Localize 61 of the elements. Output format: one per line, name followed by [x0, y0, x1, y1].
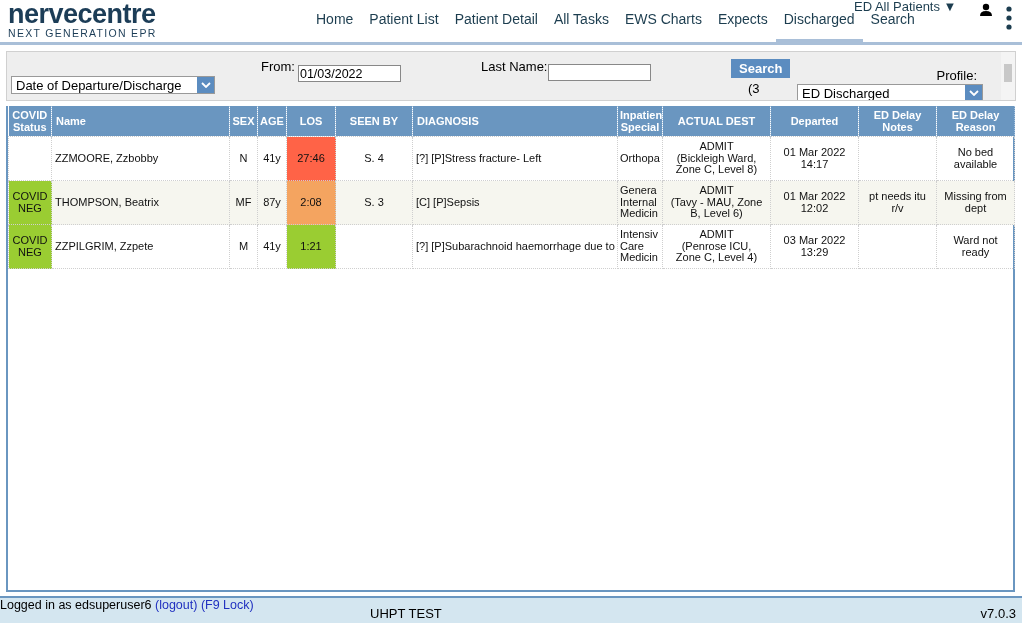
last-name-field[interactable]: [548, 64, 652, 81]
table-cell: S. 4: [335, 136, 413, 181]
patient-name-cell: THOMPSON, Beatrix: [51, 180, 230, 225]
user-icon[interactable]: [979, 3, 993, 17]
diagnosis-cell: [C] [P]Sepsis: [412, 180, 618, 225]
patient-name-cell: ZZPILGRIM, Zzpete: [51, 224, 230, 269]
table-cell: ADMIT (Bickleigh Ward, Zone C, Level 8): [662, 136, 771, 181]
scrollbar[interactable]: [1001, 52, 1015, 100]
view-dropdown[interactable]: ED All Patients ▼: [854, 0, 957, 12]
table-cell: Genera Internal Medicin: [617, 180, 663, 225]
table-cell: Intensiv Care Medicin: [617, 224, 663, 269]
nav-tab[interactable]: EWS Charts: [616, 11, 710, 27]
diagnosis-cell: [?] [P]Stress fracture- Left: [412, 136, 618, 181]
los-cell: 2:08: [286, 180, 336, 225]
chevron-down-icon: [968, 90, 979, 96]
table-cell: No bed available: [936, 136, 1015, 181]
result-count: (3: [747, 80, 760, 96]
date-type-dropdown[interactable]: Date of Departure/Discharge: [11, 76, 215, 94]
lock-link[interactable]: (F9 Lock): [200, 598, 254, 612]
table-cell: N: [229, 136, 258, 181]
table-cell: pt needs itu r/v: [858, 180, 937, 225]
diagnosis-cell: [?] [P]Subarachnoid haemorrhage due to: [412, 224, 618, 269]
logout-link[interactable]: (logout): [155, 598, 198, 612]
chevron-down-icon: [200, 82, 211, 88]
table-cell: Missing from dept: [936, 180, 1015, 225]
nav-tab[interactable]: Patient Detail: [446, 11, 546, 27]
los-cell: 27:46: [286, 136, 336, 181]
los-cell: 1:21: [286, 224, 336, 269]
table-cell: 41y: [257, 136, 287, 181]
table-cell: 87y: [257, 180, 287, 225]
table-cell: Orthopa: [617, 136, 663, 181]
menu-icon[interactable]: [1006, 6, 1012, 30]
table-cell: ADMIT (Penrose ICU, Zone C, Level 4): [662, 224, 771, 269]
table-cell: ADMIT (Tavy - MAU, Zone B, Level 6): [662, 180, 771, 225]
table-cell: 01 Mar 2022 14:17: [770, 136, 859, 181]
profile-dropdown[interactable]: ED Discharged: [797, 84, 983, 100]
nav-tab[interactable]: Discharged: [775, 11, 863, 42]
covid-status-cell: COVID NEG: [8, 224, 52, 269]
nav-tab[interactable]: Expects: [709, 11, 776, 27]
table-cell: 03 Mar 2022 13:29: [770, 224, 859, 269]
table-cell: S. 3: [335, 180, 413, 225]
login-text: Logged in as edsuperuser6: [0, 598, 152, 612]
table-cell: Ward not ready: [936, 224, 1015, 269]
table-cell: 01 Mar 2022 12:02: [770, 180, 859, 225]
version-label: v7.0.3: [980, 605, 1017, 623]
search-button[interactable]: Search: [731, 59, 791, 78]
covid-status-cell: COVID NEG: [8, 180, 52, 225]
nav-tab[interactable]: Patient List: [361, 11, 447, 27]
profile-label: Profile:: [936, 68, 978, 83]
table-cell: M: [229, 224, 258, 269]
nav-tab[interactable]: All Tasks: [545, 11, 617, 27]
last-name-label: Last Name:: [481, 59, 548, 76]
environment-label: UHPT TEST: [370, 605, 442, 623]
logo-tagline: NEXT GENERATION EPR: [8, 27, 158, 39]
nav-tab[interactable]: Search: [862, 11, 923, 27]
table-cell: 41y: [257, 224, 287, 269]
from-label: From:: [261, 59, 295, 76]
from-date-field[interactable]: 01/03/2022: [297, 65, 401, 82]
patient-name-cell: ZZMOORE, Zzbobby: [51, 136, 230, 181]
logo-wordmark: nervecentre: [8, 1, 157, 27]
nav-tab[interactable]: Home: [308, 11, 362, 27]
